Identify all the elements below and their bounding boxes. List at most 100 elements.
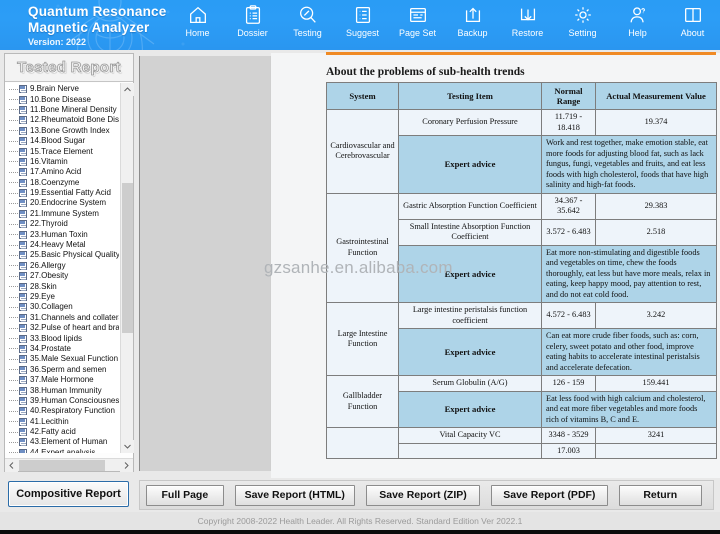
scroll-up-icon[interactable] [121,83,134,96]
tree-item[interactable]: 39.Human Consciousness Lev [5,396,119,406]
table-row: Gallbladder Function Serum Globulin (A/G)… [326,375,717,428]
tree-item-label: 9.Brain Nerve [30,84,79,94]
tree-item[interactable]: 20.Endocrine System [5,198,119,208]
tree-item[interactable]: 31.Channels and collaterals [5,313,119,323]
report-document-icon [19,407,27,416]
action-button-save-report-zip[interactable]: Save Report (ZIP) [365,484,481,506]
toolbar-label: Dossier [237,28,268,38]
tree-item[interactable]: 27.Obesity [5,271,119,281]
cell-actual-value: 19.374 [595,109,717,136]
tree-item-label: 10.Bone Disease [30,94,91,104]
report-document-icon [19,85,27,94]
report-tree[interactable]: 9.Brain Nerve 10.Bone Disease 11.Bone Mine… [5,83,119,453]
report-document-icon [19,220,27,229]
tree-connector-icon [9,317,18,319]
report-document-icon [19,438,27,447]
toolbar-item-page-set[interactable]: Page Set [390,0,445,50]
cell-advice-text: Eat more non-stimulating and digestible … [541,244,717,303]
tree-item[interactable]: 29.Eye [5,292,119,302]
action-button-return[interactable]: Return [618,484,702,506]
tree-item[interactable]: 10.Bone Disease [5,94,119,104]
tree-item[interactable]: 34.Prostate [5,344,119,354]
tree-item[interactable]: 32.Pulse of heart and brain [5,323,119,333]
tree-item[interactable]: 11.Bone Mineral Density [5,105,119,115]
tree-connector-icon [9,202,18,204]
sub-health-trends-table: System Testing Item Normal Range Actual … [326,82,717,459]
tree-item[interactable]: 21.Immune System [5,209,119,219]
tree-item[interactable]: 25.Basic Physical Quality [5,250,119,260]
tree-item-label: 21.Immune System [30,208,99,218]
tree-item[interactable]: 16.Vitamin [5,157,119,167]
tree-item[interactable]: 9.Brain Nerve [5,84,119,94]
compositive-report-button[interactable]: Compositive Report [8,481,129,507]
tree-item[interactable]: 42.Fatty acid [5,427,119,437]
toolbar-item-suggest[interactable]: Suggest [335,0,390,50]
scrollbar-thumb-horizontal[interactable] [19,460,105,471]
tree-item-label: 26.Allergy [30,260,66,270]
scroll-down-icon[interactable] [121,440,134,453]
tree-item[interactable]: 13.Bone Growth Index [5,126,119,136]
report-document-icon [19,189,27,198]
tree-item[interactable]: 44.Expert analysis [5,448,119,453]
tree-item[interactable]: 19.Essential Fatty Acid [5,188,119,198]
report-document-icon [19,95,27,104]
tree-connector-icon [9,234,18,236]
toolbar-item-help[interactable]: Help [610,0,665,50]
tree-item[interactable]: 38.Human Immunity [5,385,119,395]
toolbar-label: Home [185,28,210,38]
tree-item[interactable]: 36.Sperm and semen [5,365,119,375]
tree-item-label: 20.Endocrine System [30,198,107,208]
tree-item-label: 22.Thyroid [30,219,68,229]
tree-item[interactable]: 35.Male Sexual Function [5,354,119,364]
toolbar-item-home[interactable]: Home [170,0,225,50]
cell-testing-item [398,442,542,459]
report-document-icon [19,209,27,218]
tree-item[interactable]: 14.Blood Sugar [5,136,119,146]
page-settings-icon [407,4,429,26]
toolbar-item-setting[interactable]: Setting [555,0,610,50]
action-button-full-page[interactable]: Full Page [146,484,224,506]
scrollbar-thumb-vertical[interactable] [122,183,133,333]
tree-item[interactable]: 22.Thyroid [5,219,119,229]
scroll-left-icon[interactable] [5,458,18,472]
tree-item[interactable]: 41.Lecithin [5,417,119,427]
tree-item-label: 33.Blood lipids [30,333,83,343]
tree-connector-icon [9,171,18,173]
toolbar-item-about[interactable]: About [665,0,720,50]
action-button-save-report-pdf[interactable]: Save Report (PDF) [491,484,608,506]
action-button-save-report-html[interactable]: Save Report (HTML) [234,484,355,506]
tree-item[interactable]: 15.Trace Element [5,146,119,156]
toolbar-item-testing[interactable]: Testing [280,0,335,50]
tree-item-label: 31.Channels and collaterals [30,312,119,322]
tree-item[interactable]: 23.Human Toxin [5,229,119,239]
cell-normal-range: 4.572 - 6.483 [541,302,596,329]
report-tree-container: 9.Brain Nerve 10.Bone Disease 11.Bone Mine… [5,83,133,453]
action-button-label: Save Report (HTML) [244,489,345,501]
tree-item[interactable]: 40.Respiratory Function [5,406,119,416]
sidebar-vertical-scrollbar[interactable] [120,83,134,453]
tree-item[interactable]: 30.Collagen [5,302,119,312]
tree-item[interactable]: 28.Skin [5,281,119,291]
tree-connector-icon [9,88,18,90]
toolbar-item-restore[interactable]: Restore [500,0,555,50]
scroll-right-icon[interactable] [120,459,133,472]
tree-item[interactable]: 33.Blood lipids [5,333,119,343]
tree-item[interactable]: 26.Allergy [5,261,119,271]
tree-item[interactable]: 37.Male Hormone [5,375,119,385]
report-document-icon [19,448,27,453]
report-document-icon [19,396,27,405]
toolbar-item-backup[interactable]: Backup [445,0,500,50]
tree-item[interactable]: 12.Rheumatoid Bone Disease [5,115,119,125]
tree-item[interactable]: 43.Element of Human [5,437,119,447]
tree-item-label: 39.Human Consciousness Lev [30,395,119,405]
tree-item[interactable]: 17.Amino Acid [5,167,119,177]
tree-item[interactable]: 18.Coenzyme [5,178,119,188]
tree-connector-icon [9,358,18,360]
report-document-icon [19,105,27,114]
report-document-icon [19,251,27,260]
sidebar-horizontal-scrollbar[interactable] [5,458,133,472]
toolbar-item-dossier[interactable]: Dossier [225,0,280,50]
tree-item[interactable]: 24.Heavy Metal [5,240,119,250]
thumbnail-preview-panel[interactable] [139,56,271,471]
cell-system: Gastrointestinal Function [326,192,399,303]
